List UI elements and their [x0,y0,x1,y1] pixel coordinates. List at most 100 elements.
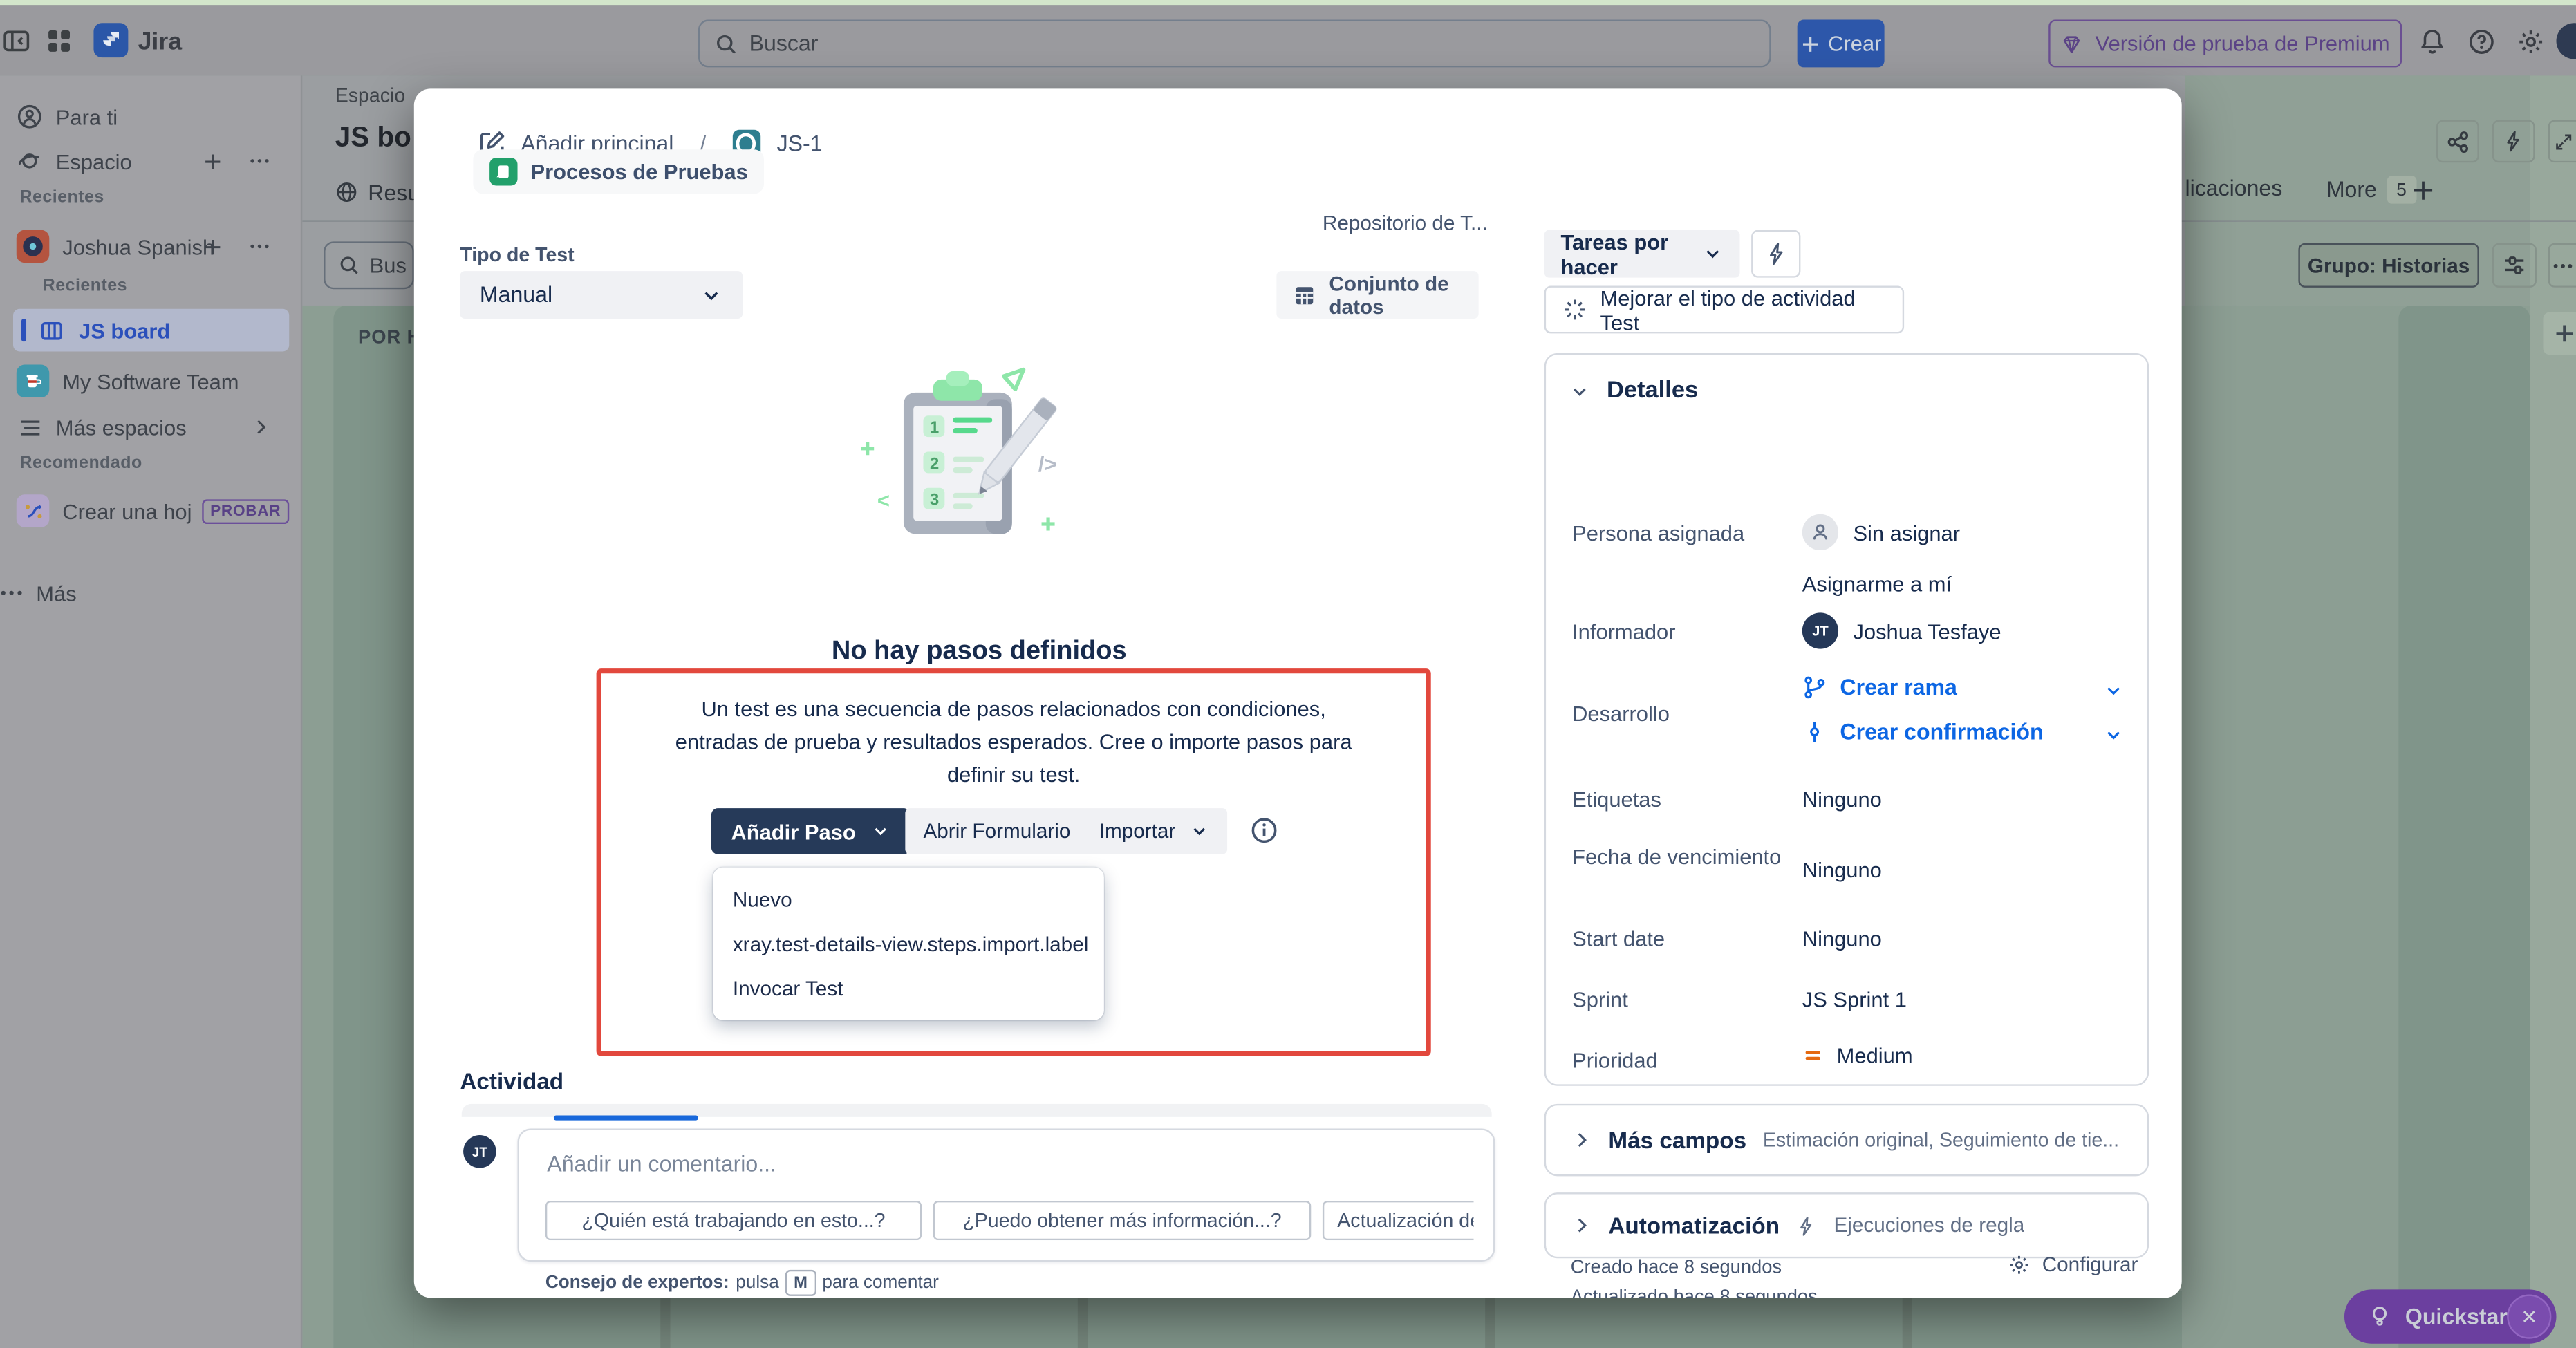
board-automation-button[interactable] [2492,120,2535,162]
priority-medium-icon [1802,1045,1824,1066]
quickstart-button[interactable]: Quickstart [2344,1289,2557,1343]
details-header[interactable]: Detalles [1569,378,1698,404]
start-date-label: Start date [1572,926,1789,953]
add-column-button[interactable] [2543,312,2576,355]
reporter-value[interactable]: JT Joshua Tesfaye [1802,612,2001,648]
add-step-button[interactable]: Añadir Paso [711,808,910,854]
sidebar-item-space-joshua[interactable]: Joshua Spanish [0,223,302,270]
board-column-fragment [1912,1291,2182,1348]
priority-value[interactable]: Medium [1802,1043,1913,1068]
breadcrumb[interactable]: Espacio [335,84,414,106]
sidebar-item-more-spaces[interactable]: Más espacios [0,406,302,449]
planet-icon [17,148,43,174]
add-icon[interactable] [200,150,223,171]
search-icon [339,254,360,276]
jira-logo-icon[interactable] [93,23,128,57]
board-expand-button[interactable] [2548,120,2576,162]
improve-issue-button[interactable]: Mejorar el tipo de actividad Test [1544,285,1904,333]
chevron-down-icon [1702,243,1724,265]
quickstart-close-button[interactable] [2507,1295,2551,1339]
add-icon[interactable] [200,236,223,257]
sidebar-item-space[interactable]: Espacio [0,140,302,182]
create-button[interactable]: Crear [1798,20,1885,68]
sprint-value[interactable]: JS Sprint 1 [1802,987,1907,1012]
user-avatar[interactable] [2556,23,2576,59]
sidebar-item-more[interactable]: Más [0,572,302,615]
board-share-button[interactable] [2436,120,2479,162]
tab-resumen[interactable]: Resu [335,176,414,209]
chevron-right-icon [1572,1130,1592,1150]
labels-value[interactable]: Ninguno [1802,787,1882,812]
sliders-icon [2502,253,2527,278]
create-branch-link[interactable]: Crear rama [1802,675,1957,700]
sidebar-item-for-you[interactable]: Para ti [0,95,302,138]
board-more-button[interactable] [2548,243,2576,288]
help-icon[interactable] [2466,26,2496,56]
updated-timestamp: Actualizado hace 8 segundos [1571,1288,1818,1298]
view-settings-button[interactable] [2492,243,2537,288]
chevron-down-icon[interactable] [2101,680,2124,702]
board-column-todo [333,306,413,1348]
step-number-3: 3 [930,491,939,509]
testset-doc-icon [489,158,517,185]
reporter-avatar: JT [1802,612,1838,648]
board-search-input[interactable]: Bus [324,241,414,289]
test-type-select[interactable]: Manual [460,271,743,319]
unassigned-avatar-icon [1802,514,1838,550]
group-by-button[interactable]: Grupo: Historias [2298,243,2479,288]
ellipsis-icon[interactable] [246,235,272,258]
status-select[interactable]: Tareas por hacer [1544,230,1740,278]
due-date-value[interactable]: Ninguno [1802,857,1882,882]
global-search-input[interactable]: Buscar [698,20,1771,68]
assignee-value[interactable]: Sin asignar [1802,514,1960,550]
import-button[interactable]: Importar [1081,808,1226,854]
quick-reply-chip[interactable]: ¿Puedo obtener más información...? [933,1201,1312,1240]
commit-icon [1802,720,1827,745]
dataset-button[interactable]: Conjunto de datos [1276,271,1478,319]
settings-icon[interactable] [2515,26,2545,56]
issue-key[interactable]: JS-1 [777,131,823,156]
board-column-header: POR HA [333,328,413,348]
tab-aplicaciones[interactable]: licaciones [2185,176,2299,200]
plus-icon [1800,34,1820,54]
add-tab-button[interactable] [2409,176,2438,205]
empty-steps-description: Un test es una secuencia de pasos relaci… [601,693,1426,793]
create-commit-link[interactable]: Crear confirmación [1802,720,2044,745]
configure-button[interactable]: Configurar [2008,1253,2138,1276]
sidebar-item-js-board[interactable]: JS board [13,309,289,352]
sidebar-item-my-software-team[interactable]: My Software Team [0,359,302,402]
ellipsis-icon [2551,254,2574,277]
notifications-icon[interactable] [2417,26,2447,56]
workflow-icon [17,494,50,527]
testset-chip[interactable]: Procesos de Pruebas [473,149,764,194]
collapse-sidebar-icon[interactable] [3,28,30,54]
test-type-label: Tipo de Test [460,243,574,266]
automation-panel[interactable]: Automatización Ejecuciones de regla [1544,1192,2149,1258]
development-label: Desarrollo [1572,702,1789,728]
sprint-label: Sprint [1572,987,1789,1013]
menu-item-import[interactable]: xray.test-details-view.steps.import.labe… [713,921,1104,966]
menu-item-new[interactable]: Nuevo [713,877,1104,921]
premium-trial-button[interactable]: Versión de prueba de Premium [2048,20,2402,68]
due-date-label: Fecha de vencimiento [1572,844,1789,870]
sidebar-item-create-sheet[interactable]: Crear una hoj... PROBAR [0,488,302,534]
lightning-icon [2502,130,2525,153]
app-switcher-icon[interactable] [46,28,73,54]
quick-reply-chip[interactable]: Actualización de [1323,1201,1474,1240]
assign-to-me-link[interactable]: Asignarme a mí [1802,572,1952,597]
chevron-down-icon[interactable] [2101,724,2124,746]
sparkle-burst-icon [1562,297,1587,322]
test-repository-link[interactable]: Repositorio de T... [1323,212,1488,235]
menu-item-invoke[interactable]: Invocar Test [713,966,1104,1010]
comment-box[interactable]: Añadir un comentario... ¿Quién está trab… [518,1129,1495,1262]
quick-reply-chip[interactable]: ¿Quién está trabajando en esto...? [545,1201,922,1240]
start-date-value[interactable]: Ninguno [1802,926,1882,951]
automation-quick-button[interactable] [1751,230,1800,278]
info-icon[interactable] [1250,816,1278,844]
tab-more[interactable]: More 5 [2326,176,2416,203]
board-icon [38,318,64,343]
ellipsis-icon[interactable] [246,149,272,172]
more-fields-panel[interactable]: Más campos Estimación original, Seguimie… [1544,1104,2149,1177]
open-form-button[interactable]: Abrir Formulario [905,808,1088,854]
chevron-down-icon [1188,821,1208,841]
